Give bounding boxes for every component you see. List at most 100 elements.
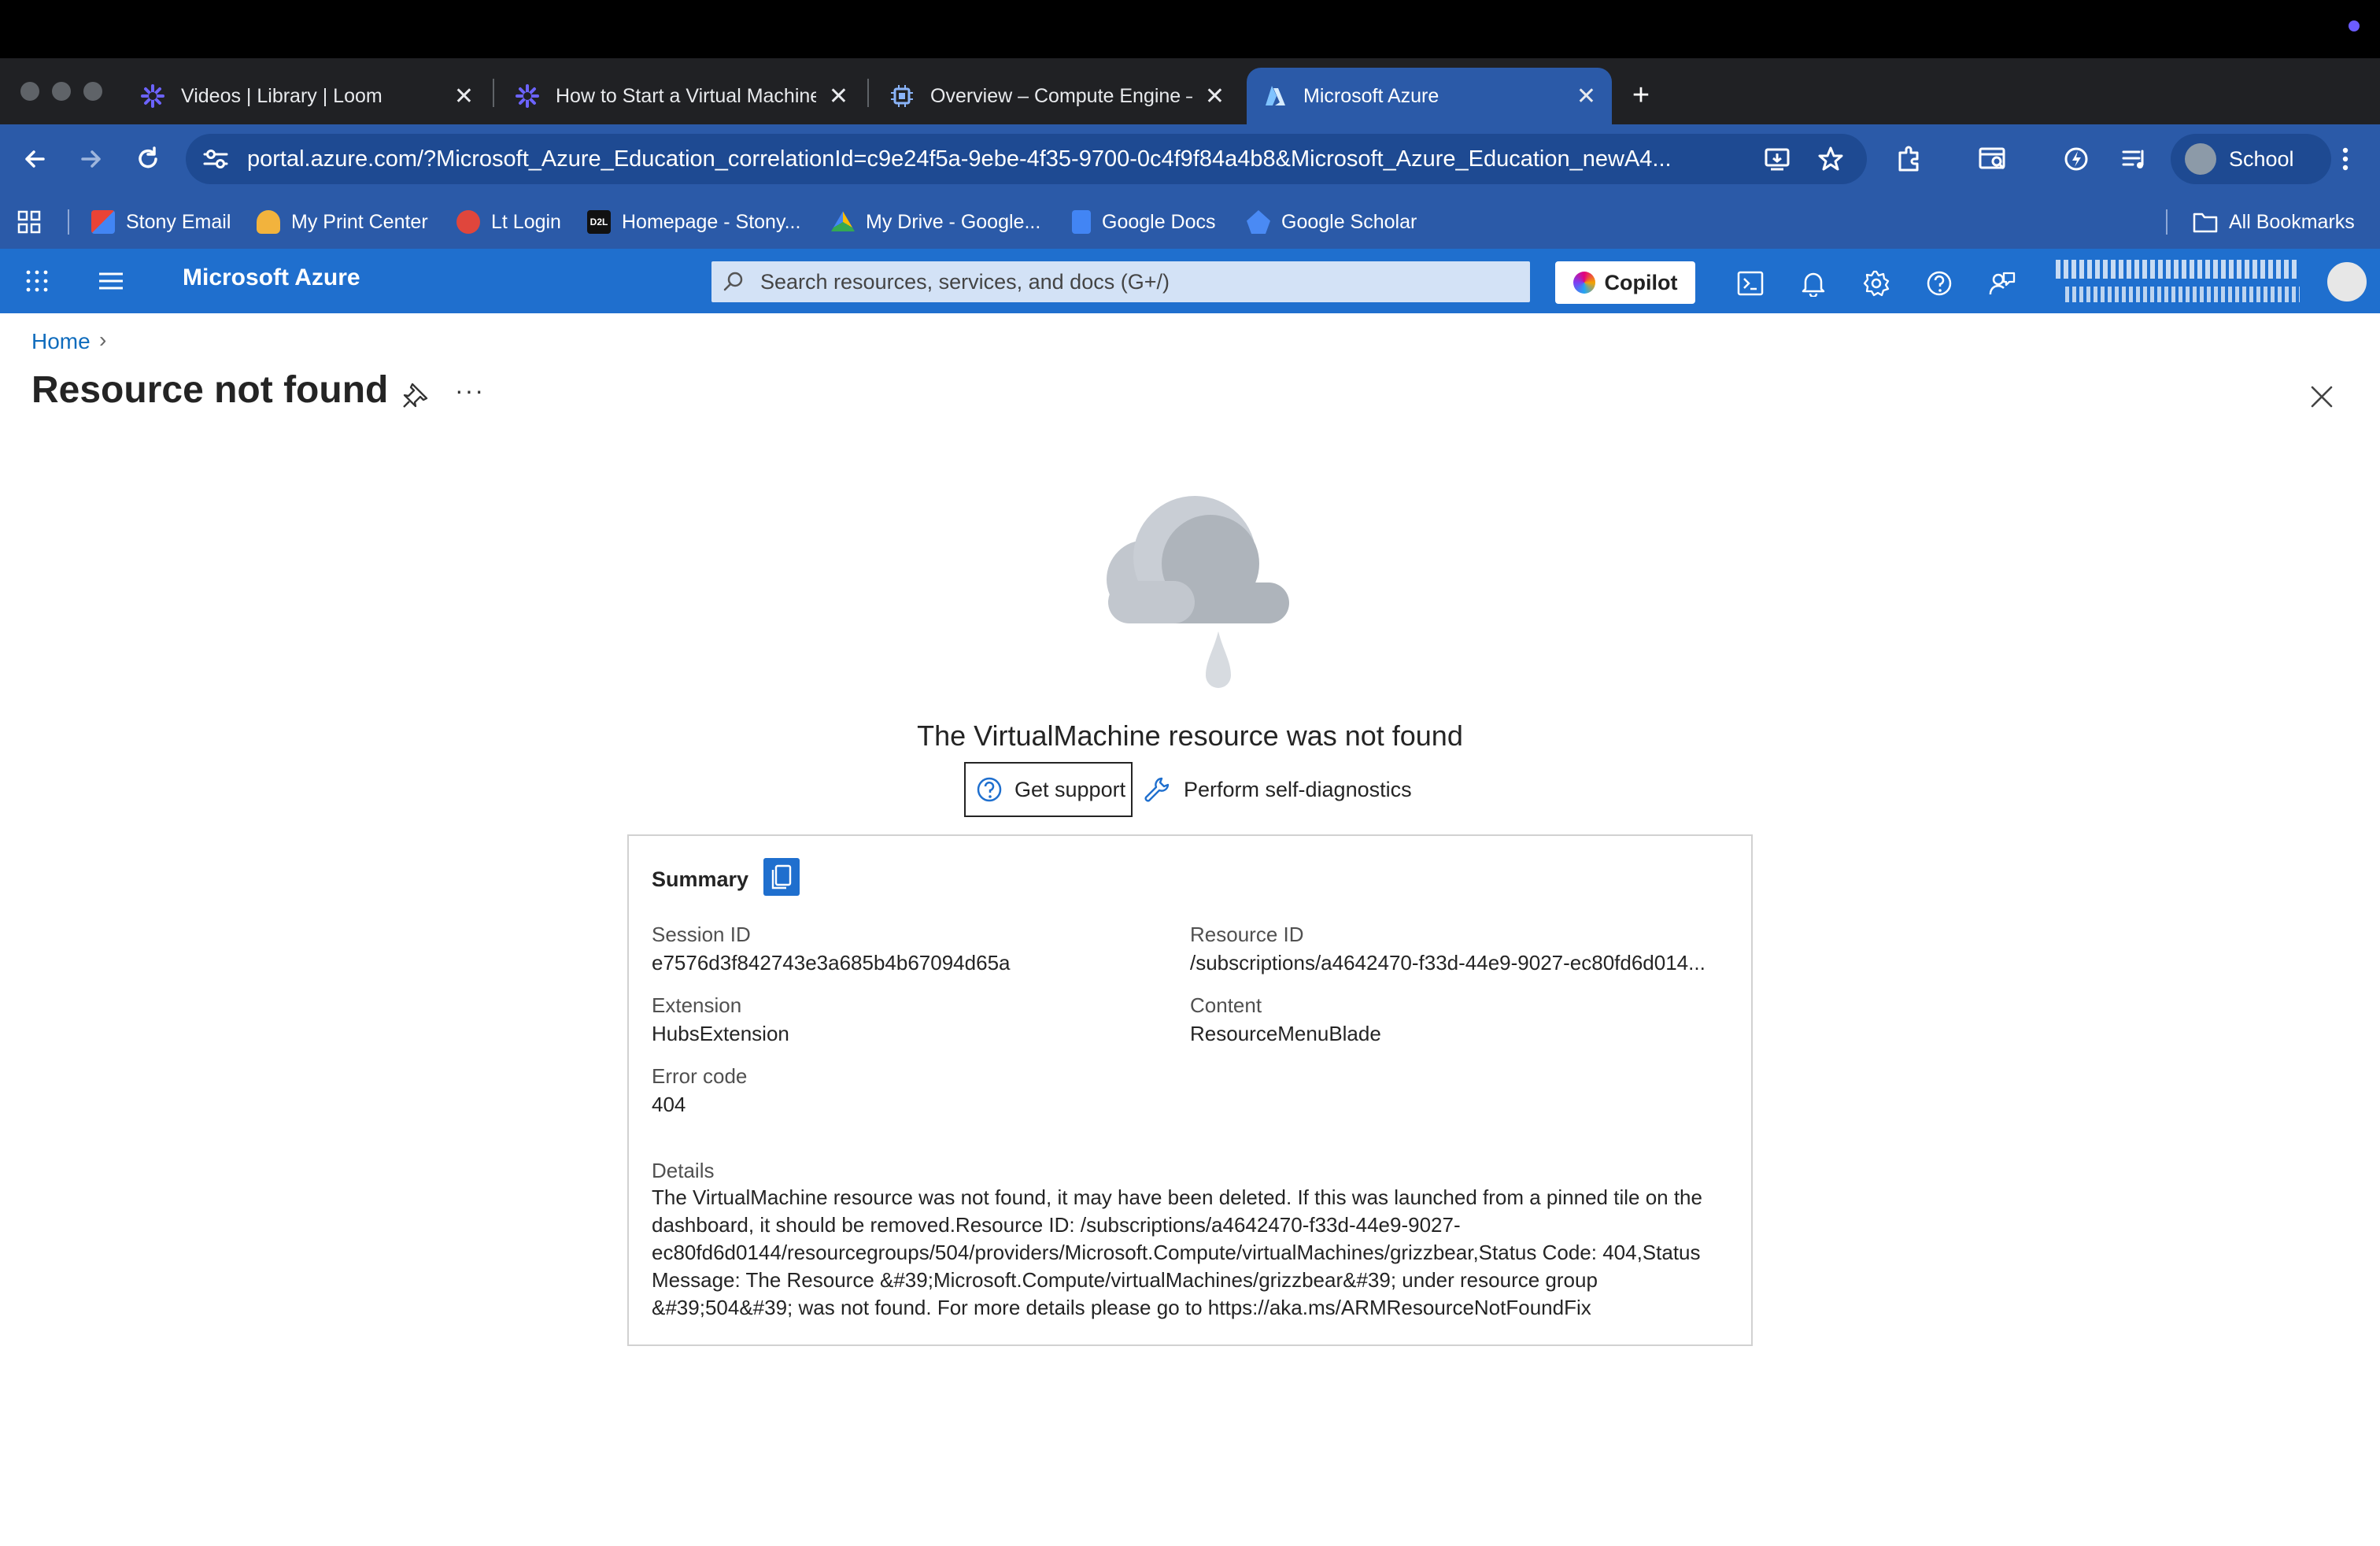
cloud-shell-icon[interactable] [1731, 264, 1769, 302]
copilot-label: Copilot [1604, 270, 1678, 294]
bookmark-label: Google Docs [1102, 210, 1216, 233]
profile-avatar [2185, 143, 2216, 175]
new-tab-button[interactable]: + [1621, 76, 1661, 115]
apps-grid-icon[interactable] [17, 203, 41, 241]
folder-icon [2193, 213, 2218, 233]
user-avatar[interactable] [2325, 260, 2369, 304]
bookmark-my-print-center[interactable]: My Print Center [257, 203, 428, 241]
status-dot-icon [2349, 20, 2360, 31]
gmail-icon [91, 210, 115, 234]
tab-title: Microsoft Azure [1303, 84, 1439, 107]
forward-arrow-icon [81, 150, 101, 168]
back-arrow-icon [25, 150, 45, 168]
azure-brand-title[interactable]: Microsoft Azure [183, 264, 360, 291]
tab-microsoft-azure[interactable]: Microsoft Azure ✕ [1247, 68, 1612, 124]
performance-icon[interactable] [2056, 139, 2097, 179]
wrench-icon [1144, 777, 1170, 802]
bookmarks-separator [2166, 209, 2168, 235]
back-button[interactable] [11, 135, 58, 183]
close-icon[interactable] [2306, 381, 2338, 412]
site-settings-icon[interactable] [201, 145, 230, 173]
reload-button[interactable] [124, 135, 172, 183]
tab-how-to-start-vm[interactable]: How to Start a Virtual Machine ✕ [499, 68, 864, 124]
loom-icon [140, 83, 165, 109]
session-id-label: Session ID [652, 923, 751, 946]
get-support-button[interactable]: Get support [964, 762, 1133, 817]
more-options-button[interactable]: ··· [455, 376, 485, 405]
self-diagnostics-button[interactable]: Perform self-diagnostics [1143, 762, 1412, 817]
forward-button[interactable] [68, 135, 115, 183]
help-circle-icon [977, 777, 1002, 802]
address-bar[interactable]: portal.azure.com/?Microsoft_Azure_Educat… [186, 134, 1867, 184]
extension-value: HubsExtension [652, 1022, 789, 1045]
content-value: ResourceMenuBlade [1190, 1022, 1381, 1045]
resource-id-label: Resource ID [1190, 923, 1304, 946]
copilot-button[interactable]: Copilot [1555, 261, 1695, 304]
tab-separator [493, 79, 494, 107]
bookmarks-separator [68, 209, 69, 235]
tab-close-icon[interactable]: ✕ [1205, 83, 1225, 110]
tab-close-icon[interactable]: ✕ [829, 83, 848, 110]
browser-menu-icon[interactable] [2325, 139, 2366, 179]
bookmark-homepage-stony[interactable]: D2L Homepage - Stony... [587, 203, 800, 241]
portal-menu-icon[interactable] [98, 269, 124, 293]
hand-icon [257, 210, 280, 234]
azure-search-input[interactable]: Search resources, services, and docs (G+… [711, 261, 1530, 302]
all-bookmarks-button[interactable]: All Bookmarks [2193, 203, 2355, 241]
bookmark-google-docs[interactable]: Google Docs [1072, 203, 1216, 241]
tab-compute-engine[interactable]: Overview – Compute Engine – ✕ [874, 68, 1240, 124]
loom-icon [515, 83, 540, 109]
window-minimize-button[interactable] [52, 82, 71, 101]
tab-loom-library[interactable]: Videos | Library | Loom ✕ [124, 68, 490, 124]
tab-title: How to Start a Virtual Machine [556, 84, 816, 107]
notifications-bell-icon[interactable] [1794, 264, 1832, 302]
azure-icon [1262, 83, 1288, 109]
not-found-message: The VirtualMachine resource was not foun… [917, 719, 1463, 752]
google-scholar-icon [1247, 210, 1270, 234]
azure-apps-icon[interactable] [25, 269, 49, 293]
tab-search-icon[interactable] [1972, 139, 2013, 179]
bookmark-stony-email[interactable]: Stony Email [91, 203, 231, 241]
install-app-icon[interactable] [1757, 139, 1798, 179]
url-text: portal.azure.com/?Microsoft_Azure_Educat… [247, 146, 1672, 172]
lt-icon [456, 210, 480, 234]
copilot-icon [1572, 272, 1595, 294]
window-maximize-button[interactable] [83, 82, 102, 101]
search-icon [723, 272, 743, 291]
bookmark-my-drive[interactable]: My Drive - Google... [831, 203, 1040, 241]
tab-separator [867, 79, 869, 107]
extension-label: Extension [652, 993, 742, 1017]
account-name-redacted[interactable] [2056, 260, 2300, 279]
feedback-icon[interactable] [1983, 264, 2021, 302]
extensions-icon[interactable] [1889, 139, 1930, 179]
tab-close-icon[interactable]: ✕ [1576, 83, 1596, 110]
self-diagnostics-label: Perform self-diagnostics [1184, 777, 1412, 801]
copy-icon [771, 864, 792, 890]
help-question-icon[interactable] [1920, 264, 1958, 302]
bookmark-star-icon[interactable] [1810, 139, 1851, 179]
session-id-value: e7576d3f842743e3a685b4b67094d65a [652, 951, 1011, 975]
bookmark-label: Stony Email [126, 210, 231, 233]
media-controls-icon[interactable] [2114, 139, 2155, 179]
bookmark-label: Homepage - Stony... [622, 210, 801, 233]
bookmark-label: My Drive - Google... [866, 210, 1041, 233]
settings-gear-icon[interactable] [1857, 264, 1895, 302]
bookmark-lt-login[interactable]: Lt Login [456, 203, 561, 241]
window-close-button[interactable] [20, 82, 39, 101]
reload-icon [139, 146, 157, 168]
profile-button[interactable]: School [2171, 134, 2331, 184]
get-support-label: Get support [1014, 777, 1126, 801]
rain-cloud-illustration [1107, 496, 1289, 688]
summary-title: Summary [652, 867, 749, 891]
d2l-icon: D2L [587, 210, 611, 234]
breadcrumb-home-link[interactable]: Home [31, 329, 91, 354]
bookmark-google-scholar[interactable]: Google Scholar [1247, 203, 1417, 241]
copy-summary-button[interactable] [763, 858, 800, 896]
pin-icon[interactable] [401, 381, 430, 409]
all-bookmarks-label: All Bookmarks [2229, 210, 2355, 233]
content-label: Content [1190, 993, 1262, 1017]
account-directory-redacted[interactable] [2065, 287, 2300, 302]
details-label: Details [652, 1159, 715, 1182]
profile-label: School [2229, 146, 2294, 171]
tab-close-icon[interactable]: ✕ [454, 83, 474, 110]
